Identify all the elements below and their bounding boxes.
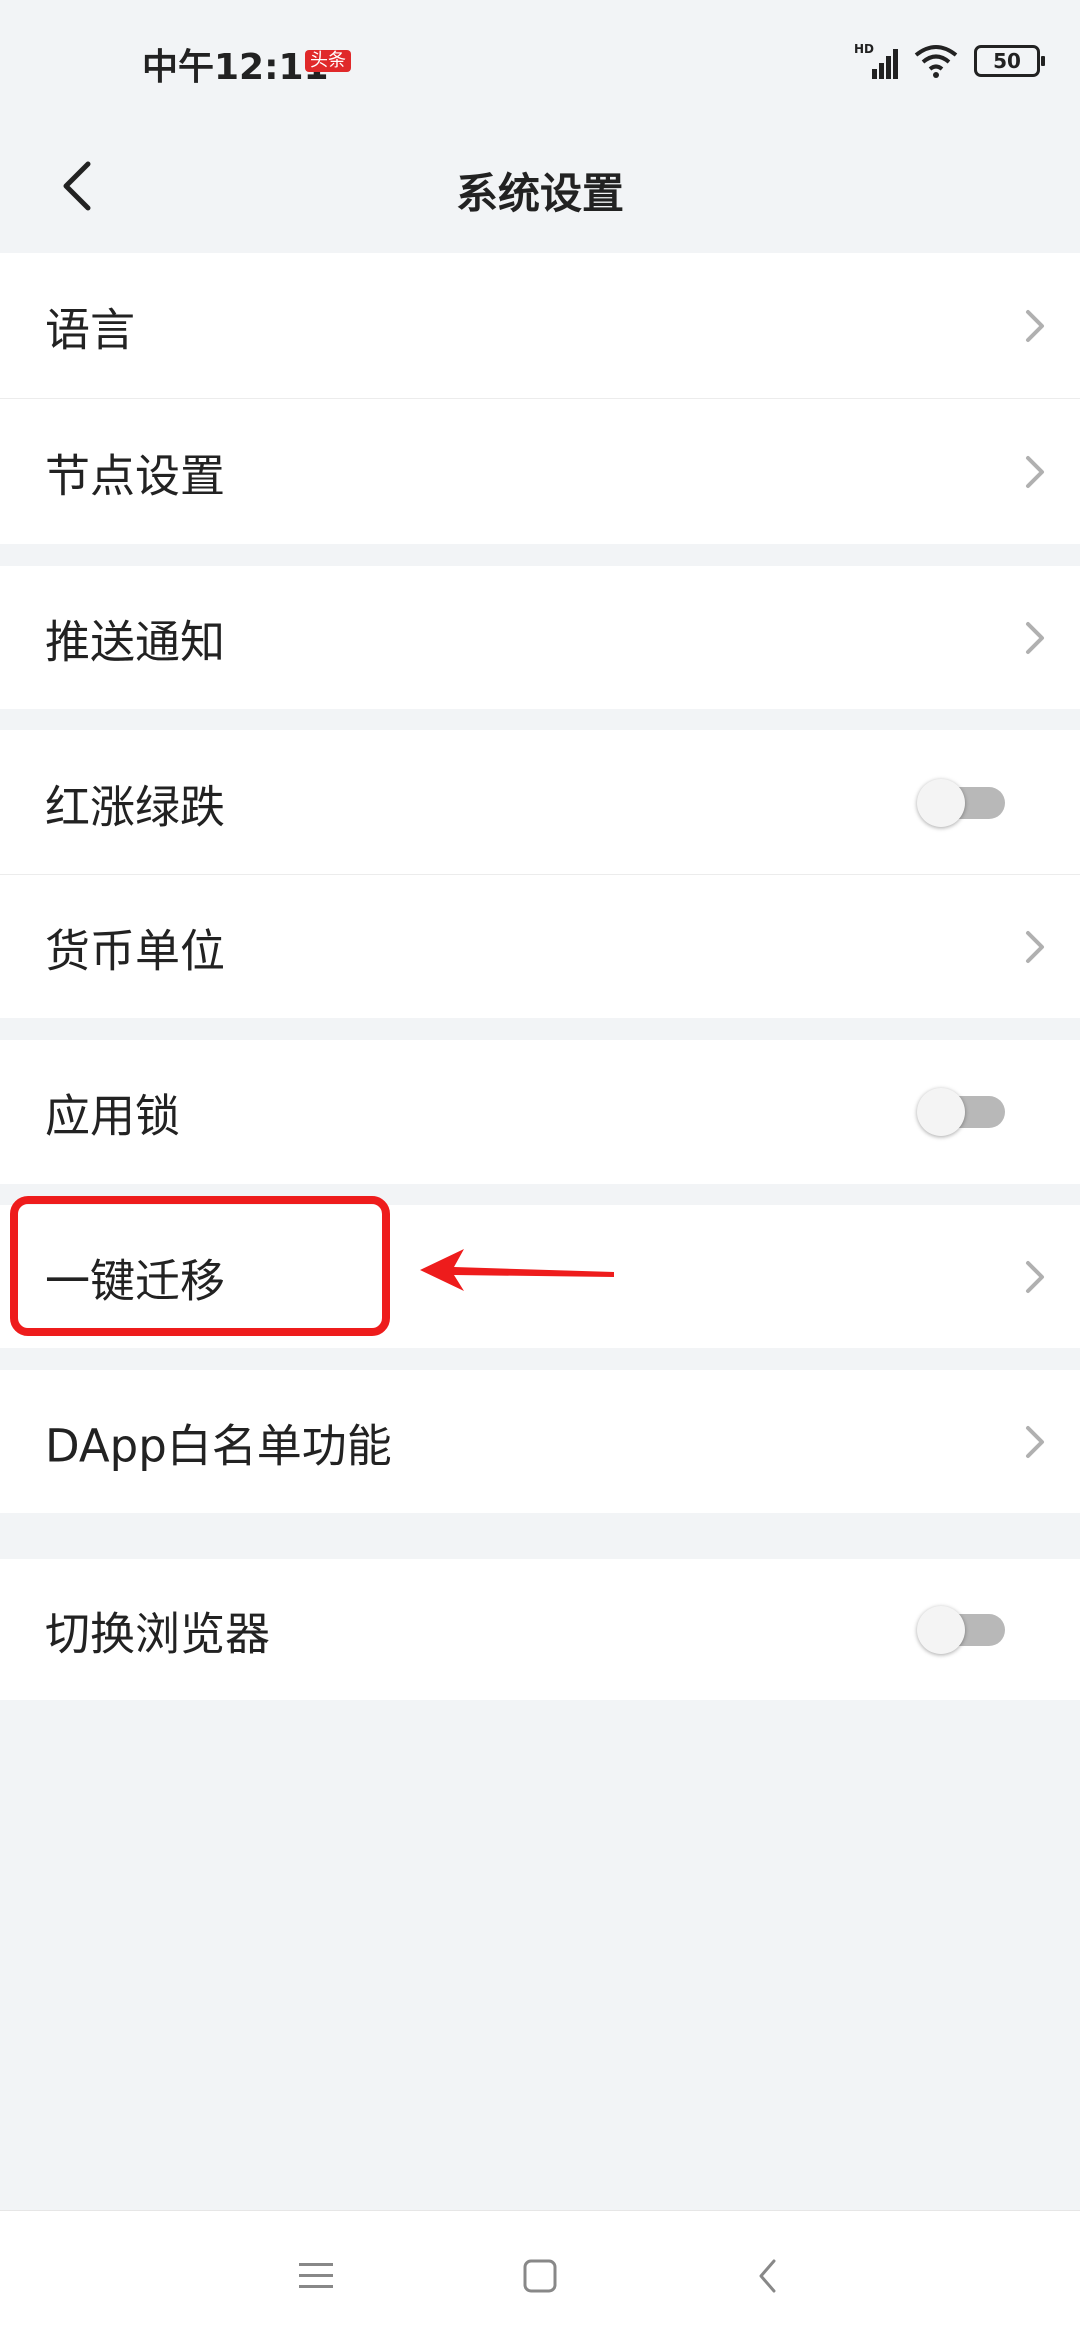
chevron-right-icon	[1026, 310, 1044, 342]
nav-back-button[interactable]	[743, 2251, 793, 2301]
setting-row-red-up-green-down: 红涨绿跌	[0, 730, 1080, 875]
home-button[interactable]	[515, 2251, 565, 2301]
setting-row-language[interactable]: 语言	[0, 253, 1080, 399]
home-icon	[523, 2259, 557, 2293]
toggle-knob	[917, 1088, 965, 1136]
setting-label: 语言	[45, 303, 136, 357]
back-icon	[759, 2259, 776, 2293]
app-lock-toggle[interactable]	[917, 1088, 1005, 1136]
chevron-right-icon	[1026, 1260, 1044, 1293]
signal-icon: HD	[854, 42, 898, 79]
setting-row-app-lock: 应用锁	[0, 1040, 1080, 1184]
setting-label: 红涨绿跌	[45, 780, 226, 833]
chevron-right-icon	[1026, 1425, 1044, 1458]
header: 系统设置	[0, 120, 1080, 252]
news-badge: 头条	[305, 50, 351, 72]
page-title: 系统设置	[455, 169, 624, 218]
toggle-knob	[917, 1605, 965, 1654]
status-bar: 中午12:11 头条 HD 50	[0, 0, 1080, 120]
status-icons: HD 50	[854, 36, 1045, 86]
setting-label: 节点设置	[45, 449, 226, 502]
setting-row-node[interactable]: 节点设置	[0, 399, 1080, 544]
system-nav-bar	[0, 2210, 1080, 2341]
switch-browser-toggle[interactable]	[917, 1605, 1005, 1654]
setting-row-currency[interactable]: 货币单位	[0, 875, 1080, 1018]
red-arrow-icon	[420, 1249, 614, 1291]
battery-icon: 50	[974, 45, 1045, 77]
setting-label: 应用锁	[45, 1089, 181, 1143]
chevron-right-icon	[1026, 930, 1044, 963]
setting-label: DApp白名单功能	[45, 1419, 392, 1472]
status-time: 中午12:11	[142, 47, 329, 88]
chevron-right-icon	[1026, 621, 1044, 654]
color-mode-toggle[interactable]	[917, 778, 1005, 827]
setting-row-switch-browser: 切换浏览器	[0, 1559, 1080, 1700]
menu-icon	[299, 2263, 333, 2288]
setting-label: 推送通知	[45, 615, 226, 668]
wifi-icon	[914, 45, 958, 78]
setting-label: 货币单位	[45, 924, 226, 977]
toggle-knob	[917, 778, 965, 827]
chevron-right-icon	[1026, 455, 1044, 488]
highlight-box	[10, 1196, 390, 1336]
setting-row-push-notification[interactable]: 推送通知	[0, 566, 1080, 709]
menu-button[interactable]	[291, 2251, 341, 2301]
setting-label: 切换浏览器	[45, 1607, 271, 1660]
hd-label: HD	[854, 42, 874, 56]
setting-row-dapp-whitelist[interactable]: DApp白名单功能	[0, 1370, 1080, 1513]
